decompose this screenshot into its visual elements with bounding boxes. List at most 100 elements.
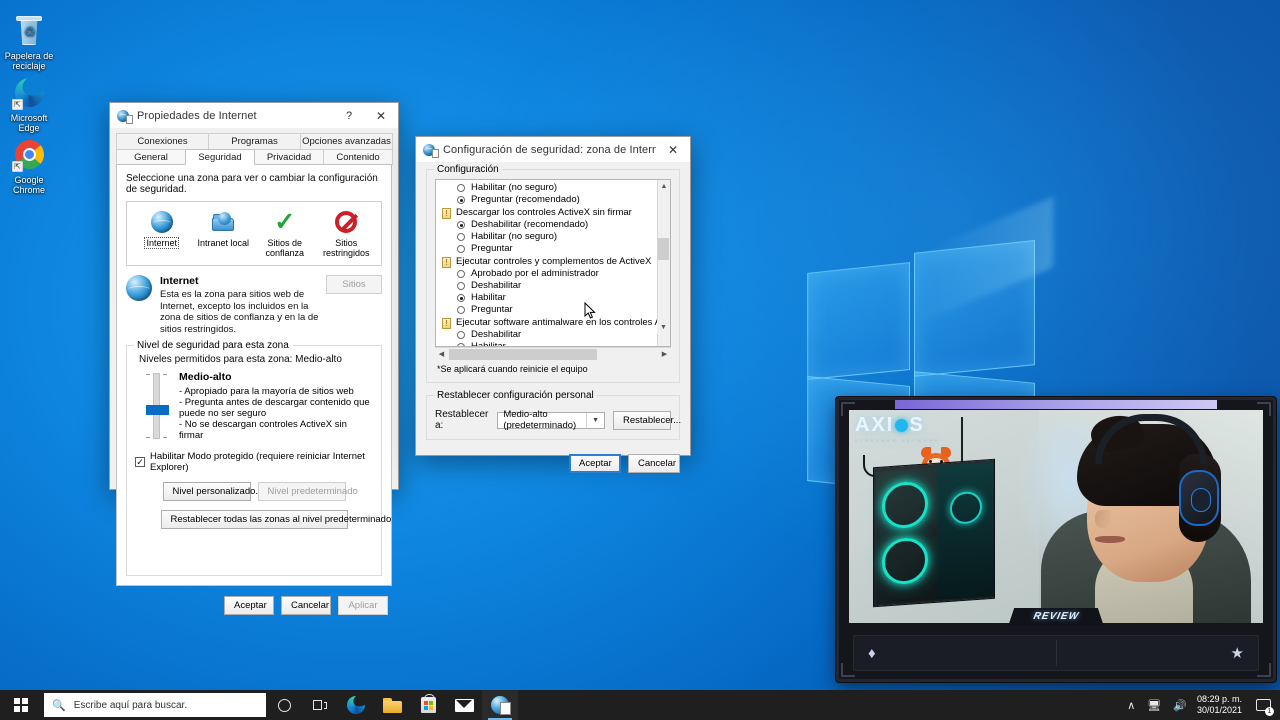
tab-contenido[interactable]: Contenido <box>323 149 393 165</box>
help-button[interactable]: ? <box>334 103 364 129</box>
security-settings-titlebar[interactable]: Configuración de seguridad: zona de Inte… <box>416 137 690 163</box>
zone-sitios-de-confianza[interactable]: ✓ Sitios de conflanza <box>254 209 316 260</box>
search-input[interactable]: 🔍 Escribe aquí para buscar. <box>44 693 266 717</box>
list-item[interactable]: Deshabilitar (recomendado) <box>457 219 657 231</box>
radio-icon[interactable] <box>457 245 465 253</box>
internet-properties-dialog: Propiedades de Internet ? ✕ Conexiones P… <box>109 102 399 615</box>
zone-internet[interactable]: Internet <box>131 209 193 260</box>
radio-icon[interactable] <box>457 233 465 241</box>
sites-button[interactable]: Sitios <box>326 275 382 294</box>
list-item[interactable]: Preguntar <box>457 243 657 255</box>
mail-button[interactable] <box>446 690 482 720</box>
scroll-down-icon[interactable]: ▼ <box>657 321 670 334</box>
radio-icon[interactable] <box>457 282 465 290</box>
vertical-scrollbar[interactable]: ▲ ▼ <box>657 180 670 346</box>
notifications-button[interactable]: 1 <box>1250 690 1276 720</box>
accept-button[interactable]: Aceptar <box>569 454 621 473</box>
checkbox-checked-icon[interactable]: ✓ <box>135 457 145 467</box>
list-item[interactable]: Habilitar <box>457 292 657 304</box>
desktop-icon-microsoft-edge[interactable]: ⇱ Microsoft Edge <box>0 70 58 133</box>
radio-selected-icon[interactable] <box>457 294 465 302</box>
list-item[interactable]: Aprobado por el administrador <box>457 268 657 280</box>
streamer-name-text: REVIEW <box>1032 611 1080 622</box>
start-button[interactable] <box>0 690 42 720</box>
security-level-slider[interactable] <box>135 371 177 441</box>
close-icon[interactable]: ✕ <box>364 103 398 129</box>
circle-icon <box>277 698 291 712</box>
list-item[interactable]: Deshabilitar <box>457 280 657 292</box>
internet-properties-tabs: Conexiones Programas Opciones avanzadas … <box>110 129 398 165</box>
tab-opciones-avanzadas[interactable]: Opciones avanzadas <box>300 133 393 149</box>
file-explorer-button[interactable] <box>374 690 410 720</box>
tab-privacidad[interactable]: Privacidad <box>254 149 324 165</box>
radio-icon[interactable] <box>457 306 465 314</box>
tab-seguridad[interactable]: Seguridad <box>185 149 255 165</box>
axios-logo-dot-icon <box>895 419 909 433</box>
accept-button[interactable]: Aceptar <box>224 596 274 615</box>
list-item[interactable]: Ejecutar controles y complementos de Act… <box>442 256 657 269</box>
task-view-button[interactable] <box>302 690 338 720</box>
list-item[interactable]: Preguntar (recomendado) <box>457 194 657 206</box>
reset-button[interactable]: Restablecer... <box>613 410 681 430</box>
scroll-up-icon[interactable]: ▲ <box>657 180 670 193</box>
scrollbar-thumb[interactable] <box>658 238 669 260</box>
cancel-button[interactable]: Cancelar <box>628 454 680 473</box>
apply-button[interactable]: Aplicar <box>338 596 388 615</box>
scrollbar-thumb-horizontal[interactable] <box>449 349 597 360</box>
volume-icon[interactable]: 🔊 <box>1167 690 1193 720</box>
security-settings-listbox[interactable]: Habilitar (no seguro) Preguntar (recomen… <box>435 179 671 347</box>
custom-level-button[interactable]: Nivel personalizado... <box>162 482 263 501</box>
reset-all-zones-button[interactable]: Restablecer todas las zonas al nivel pre… <box>160 510 391 529</box>
radio-selected-icon[interactable] <box>457 343 465 346</box>
desktop-icon-recycle-bin[interactable]: ♻ Papelera de reciclaje <box>0 14 58 71</box>
tab-general[interactable]: General <box>116 149 186 165</box>
zone-sitios-restringidos[interactable]: Sitios restringidos <box>316 209 378 260</box>
reset-group-legend: Restablecer configuración personal <box>434 390 597 401</box>
cortana-button[interactable] <box>266 690 302 720</box>
scroll-left-icon[interactable]: ◀ <box>435 348 448 361</box>
cancel-button[interactable]: Cancelar <box>281 596 331 615</box>
microsoft-store-button[interactable] <box>410 690 446 720</box>
security-zone-picker[interactable]: Internet Intranet local ✓ Sitios de conf… <box>126 201 382 266</box>
list-item[interactable]: Habilitar (no seguro) <box>457 231 657 243</box>
show-hidden-icons-button[interactable]: ∧ <box>1121 690 1141 720</box>
slider-thumb[interactable] <box>145 405 169 415</box>
reset-to-select[interactable]: Medio-alto (predeterminado) ▼ <box>497 409 605 431</box>
ie-icon <box>491 696 511 715</box>
scroll-right-icon[interactable]: ▶ <box>658 348 671 361</box>
chevron-down-icon[interactable]: ▼ <box>586 412 601 428</box>
internet-properties-titlebar[interactable]: Propiedades de Internet ? ✕ <box>110 103 398 129</box>
radio-selected-icon[interactable] <box>457 196 465 204</box>
internet-explorer-button[interactable] <box>482 690 518 720</box>
network-icon[interactable]: 🖥 <box>1141 690 1167 720</box>
list-item[interactable]: Habilitar <box>457 341 657 346</box>
clock[interactable]: 08:29 p. m. 30/01/2021 <box>1193 694 1250 716</box>
zone-intranet-local[interactable]: Intranet local <box>193 209 255 260</box>
radio-icon[interactable] <box>457 270 465 278</box>
radio-icon[interactable] <box>457 184 465 192</box>
list-item[interactable]: Deshabilitar <box>457 329 657 341</box>
list-item[interactable]: Preguntar <box>457 304 657 316</box>
list-item-label: Preguntar (recomendado) <box>471 194 580 205</box>
webcam-top-accent-bar <box>895 400 1217 409</box>
tab-conexiones[interactable]: Conexiones <box>116 133 209 149</box>
protected-mode-label: Habilitar Modo protegido (requiere reini… <box>150 451 365 473</box>
default-level-button[interactable]: Nivel predeterminado <box>257 482 358 501</box>
list-item[interactable]: Habilitar (no seguro) <box>457 182 657 194</box>
security-level-slider-area: Medio-alto - Apropiado para la mayoría d… <box>135 371 373 441</box>
star-icon: ★ <box>1230 645 1244 662</box>
horizontal-scrollbar[interactable]: ◀ ▶ <box>435 347 671 360</box>
tab-programas[interactable]: Programas <box>208 133 301 149</box>
radio-icon[interactable] <box>457 331 465 339</box>
search-placeholder: Escribe aquí para buscar. <box>73 699 188 711</box>
radio-selected-icon[interactable] <box>457 221 465 229</box>
list-item[interactable]: Ejecutar software antimalware en los con… <box>442 317 657 330</box>
desktop-icon-google-chrome[interactable]: ⇱ Google Chrome <box>0 138 58 195</box>
security-settings-footer: Aceptar Cancelar <box>416 440 690 483</box>
close-icon[interactable]: ✕ <box>656 137 690 163</box>
list-item[interactable]: Descargar los controles ActiveX sin firm… <box>442 207 657 220</box>
protected-mode-checkbox-row[interactable]: ✓ Habilitar Modo protegido (requiere rei… <box>135 451 373 473</box>
zone-label: Internet <box>144 237 180 249</box>
red-ban-icon <box>316 209 378 235</box>
edge-taskbar-button[interactable] <box>338 690 374 720</box>
